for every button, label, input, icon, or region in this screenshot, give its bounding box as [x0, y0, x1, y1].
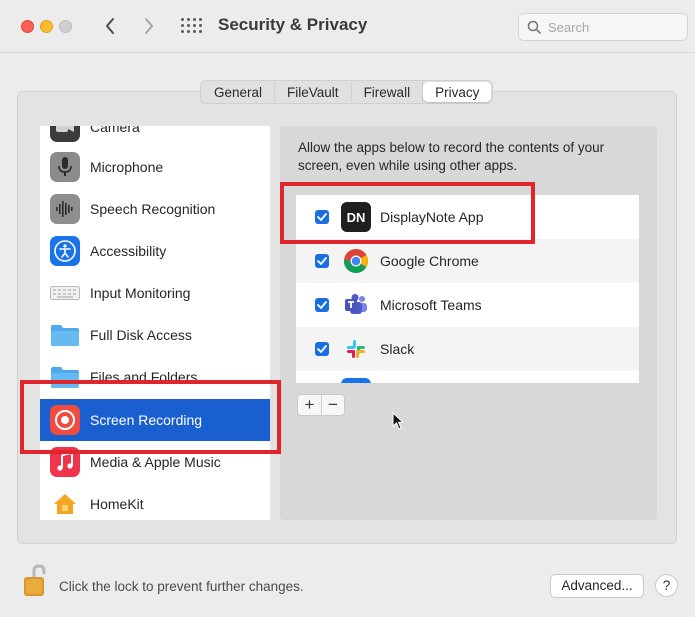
- app-icon: [341, 378, 371, 383]
- app-row-google-chrome[interactable]: Google Chrome: [296, 239, 639, 283]
- search-input[interactable]: [548, 19, 678, 35]
- app-label: Microsoft Teams: [380, 297, 482, 313]
- chrome-icon: [341, 246, 371, 276]
- privacy-category-list[interactable]: Camera Microphone Speech Recognition Acc…: [40, 126, 270, 520]
- search-icon: [527, 20, 541, 34]
- help-button[interactable]: ?: [655, 574, 678, 597]
- app-label: Google Chrome: [380, 253, 479, 269]
- app-row-microsoft-teams[interactable]: Microsoft Teams: [296, 283, 639, 327]
- highlight-displaynote: [280, 182, 535, 244]
- camera-icon: [50, 126, 80, 142]
- forward-button[interactable]: [137, 14, 161, 38]
- sidebar-item-label: Input Monitoring: [90, 285, 191, 301]
- zoom-window-button[interactable]: [59, 20, 72, 33]
- checkbox[interactable]: [315, 254, 329, 268]
- pane-description: Allow the apps below to record the conte…: [298, 140, 605, 173]
- tab-filevault[interactable]: FileVault: [275, 82, 352, 102]
- sidebar-item-microphone[interactable]: Microphone: [40, 146, 270, 188]
- chevron-left-icon: [106, 18, 114, 34]
- close-window-button[interactable]: [21, 20, 34, 33]
- unlocked-lock-icon: [24, 564, 46, 596]
- sidebar-item-label: Microphone: [90, 159, 164, 175]
- search-field[interactable]: [518, 13, 688, 41]
- title-bar: Security & Privacy: [0, 0, 695, 52]
- microphone-icon: [50, 152, 80, 182]
- highlight-screen-recording: [20, 380, 281, 454]
- mouse-cursor-icon: [392, 411, 405, 435]
- tab-bar: General FileVault Firewall Privacy: [200, 80, 494, 104]
- show-all-grid-icon[interactable]: [180, 16, 202, 36]
- sidebar-item-label: Accessibility: [90, 243, 167, 259]
- sidebar-item-input-monitoring[interactable]: Input Monitoring: [40, 272, 270, 314]
- add-remove-control: + −: [297, 394, 345, 416]
- waveform-icon: [50, 194, 80, 224]
- tab-general[interactable]: General: [202, 82, 276, 102]
- sidebar-item-label: Media & Apple Music: [90, 454, 221, 470]
- add-app-button[interactable]: +: [298, 395, 321, 415]
- app-row-partial: [296, 371, 639, 383]
- teams-icon: [341, 290, 371, 320]
- sidebar-item-homekit[interactable]: HomeKit: [40, 483, 270, 520]
- sidebar-item-label: Camera: [90, 126, 140, 135]
- sidebar-item-accessibility[interactable]: Accessibility: [40, 230, 270, 272]
- sidebar-item-label: Speech Recognition: [90, 201, 216, 217]
- sidebar-item-full-disk-access[interactable]: Full Disk Access: [40, 314, 270, 356]
- accessibility-icon: [50, 236, 80, 266]
- slack-icon: [341, 334, 371, 364]
- sidebar-item-label: Full Disk Access: [90, 327, 192, 343]
- remove-app-button[interactable]: −: [321, 395, 344, 415]
- window-title: Security & Privacy: [218, 15, 368, 34]
- app-label: Slack: [380, 341, 415, 357]
- advanced-button[interactable]: Advanced...: [550, 574, 644, 598]
- tab-firewall[interactable]: Firewall: [352, 82, 424, 102]
- sidebar-item-camera[interactable]: Camera: [40, 126, 270, 148]
- chevron-right-icon: [145, 18, 153, 34]
- app-row-slack[interactable]: Slack: [296, 327, 639, 371]
- keyboard-icon: [50, 278, 80, 308]
- lock-button[interactable]: [22, 563, 48, 604]
- back-button[interactable]: [98, 14, 122, 38]
- sidebar-item-speech-recognition[interactable]: Speech Recognition: [40, 188, 270, 230]
- checkbox[interactable]: [315, 298, 329, 312]
- folder-icon: [50, 320, 80, 350]
- sidebar-item-label: HomeKit: [90, 496, 144, 512]
- title-separator: [0, 52, 695, 53]
- checkbox[interactable]: [315, 342, 329, 356]
- minimize-window-button[interactable]: [40, 20, 53, 33]
- tab-privacy[interactable]: Privacy: [423, 82, 492, 102]
- home-icon: [50, 489, 80, 519]
- lock-status-text: Click the lock to prevent further change…: [59, 579, 304, 594]
